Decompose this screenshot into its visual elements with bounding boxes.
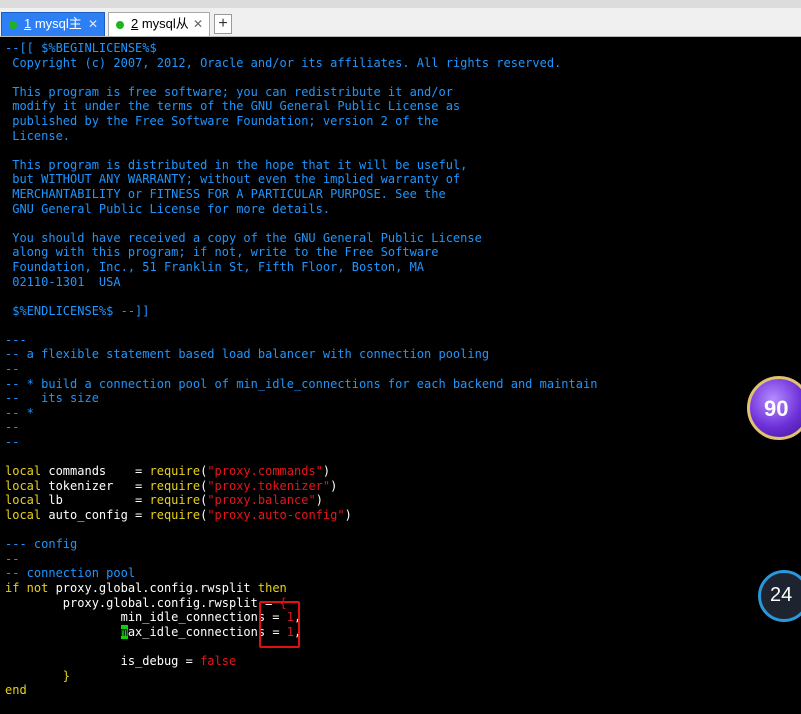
code-line: --- <box>5 332 27 347</box>
assign-expr: proxy.global.config.rwsplit = <box>5 595 280 610</box>
tab-mysql-slave[interactable]: 2 mysql从 ✕ <box>108 12 210 36</box>
var-lb: lb = <box>41 493 150 508</box>
text-cursor: m <box>120 624 128 639</box>
close-tab-icon[interactable]: ✕ <box>193 13 203 35</box>
code-line: $%ENDLICENSE%$ --]] <box>5 303 150 318</box>
connected-status-icon <box>116 21 124 29</box>
tab-mysql-master[interactable]: 1 mysql主 ✕ <box>1 12 105 36</box>
code-line: Copyright (c) 2007, 2012, Oracle and/or … <box>5 55 562 70</box>
score-value: 90 <box>764 396 789 421</box>
paren: ) <box>322 464 331 479</box>
close-tab-icon[interactable]: ✕ <box>88 13 98 35</box>
code-line: MERCHANTABILITY or FITNESS FOR A PARTICU… <box>5 186 446 201</box>
code-line: 02110-1301 USA <box>5 274 121 289</box>
paren: ) <box>315 493 323 508</box>
keyword-local: local <box>5 508 42 522</box>
keyword-if: if <box>5 580 20 595</box>
paren: ) <box>330 478 338 493</box>
code-line: along with this program; if not, write t… <box>5 245 439 260</box>
keyword-then: then <box>257 580 287 595</box>
code-line: -- * build a connection pool of min_idle… <box>5 376 598 391</box>
code-line: -- <box>5 362 20 377</box>
code-line: published by the Free Software Foundatio… <box>5 113 439 128</box>
code-line: -- <box>5 435 20 450</box>
string-literal: "proxy.auto-config" <box>207 508 345 522</box>
code-line: but WITHOUT ANY WARRANTY; without even t… <box>5 172 461 187</box>
keyword-end: end <box>5 683 27 698</box>
code-line: --[[ $%BEGINLICENSE%$ <box>5 41 157 55</box>
code-line: You should have received a copy of the G… <box>5 230 482 245</box>
code-line: -- connection pool <box>5 566 136 581</box>
keyword-not: not <box>19 580 49 595</box>
code-line: GNU General Public License for more deta… <box>5 201 331 216</box>
vim-editor-buffer: --[[ $%BEGINLICENSE%$ Copyright (c) 2007… <box>5 41 597 698</box>
paren: ) <box>344 508 352 522</box>
keyword-local: local <box>5 493 42 508</box>
keyword-local: local <box>5 464 42 479</box>
tab-label: mysql从 <box>138 16 189 31</box>
brace-close: } <box>5 668 71 683</box>
code-line: --- config <box>5 537 78 552</box>
string-literal: "proxy.balance" <box>207 493 316 508</box>
code-line: -- * <box>5 405 34 420</box>
connected-status-icon <box>9 21 17 29</box>
terminal-area[interactable]: --[[ $%BEGINLICENSE%$ Copyright (c) 2007… <box>0 38 801 714</box>
code-line: This program is free software; you can r… <box>5 84 453 99</box>
code-line: Foundation, Inc., 51 Franklin St, Fifth … <box>5 259 425 274</box>
percent-value: 24 <box>770 584 793 606</box>
is-debug-key: is_debug = <box>5 653 201 668</box>
performance-monitor-widget[interactable]: 24 <box>758 570 801 622</box>
code-line: -- <box>5 420 20 435</box>
keyword-require: require <box>149 464 201 479</box>
annotation-highlight-box <box>259 601 300 648</box>
min-idle-key: min_idle_connections = <box>5 610 287 625</box>
keyword-require: require <box>149 508 201 522</box>
session-tab-bar: 1 mysql主 ✕ 2 mysql从 ✕ + <box>0 8 801 37</box>
keyword-local: local <box>5 478 42 493</box>
keyword-require: require <box>149 493 201 508</box>
var-auto-config: auto_config = <box>41 508 150 522</box>
boolean-literal: false <box>200 653 237 668</box>
add-tab-button[interactable]: + <box>214 14 232 34</box>
var-commands: commands = <box>41 464 150 479</box>
code-line: modify it under the terms of the GNU Gen… <box>5 99 461 114</box>
var-tokenizer: tokenizer = <box>41 478 150 493</box>
window-title-strip <box>0 0 801 8</box>
string-literal: "proxy.tokenizer" <box>207 478 331 493</box>
code-line: This program is distributed in the hope … <box>5 157 468 172</box>
condition-expr: proxy.global.config.rwsplit <box>48 580 258 595</box>
code-line: -- its size <box>5 391 99 406</box>
keyword-require: require <box>149 478 201 493</box>
string-literal: "proxy.commands" <box>207 464 323 479</box>
code-line: -- a flexible statement based load balan… <box>5 347 490 362</box>
code-line: License. <box>5 128 71 143</box>
code-line: -- <box>5 551 20 566</box>
tab-label: mysql主 <box>31 16 82 31</box>
